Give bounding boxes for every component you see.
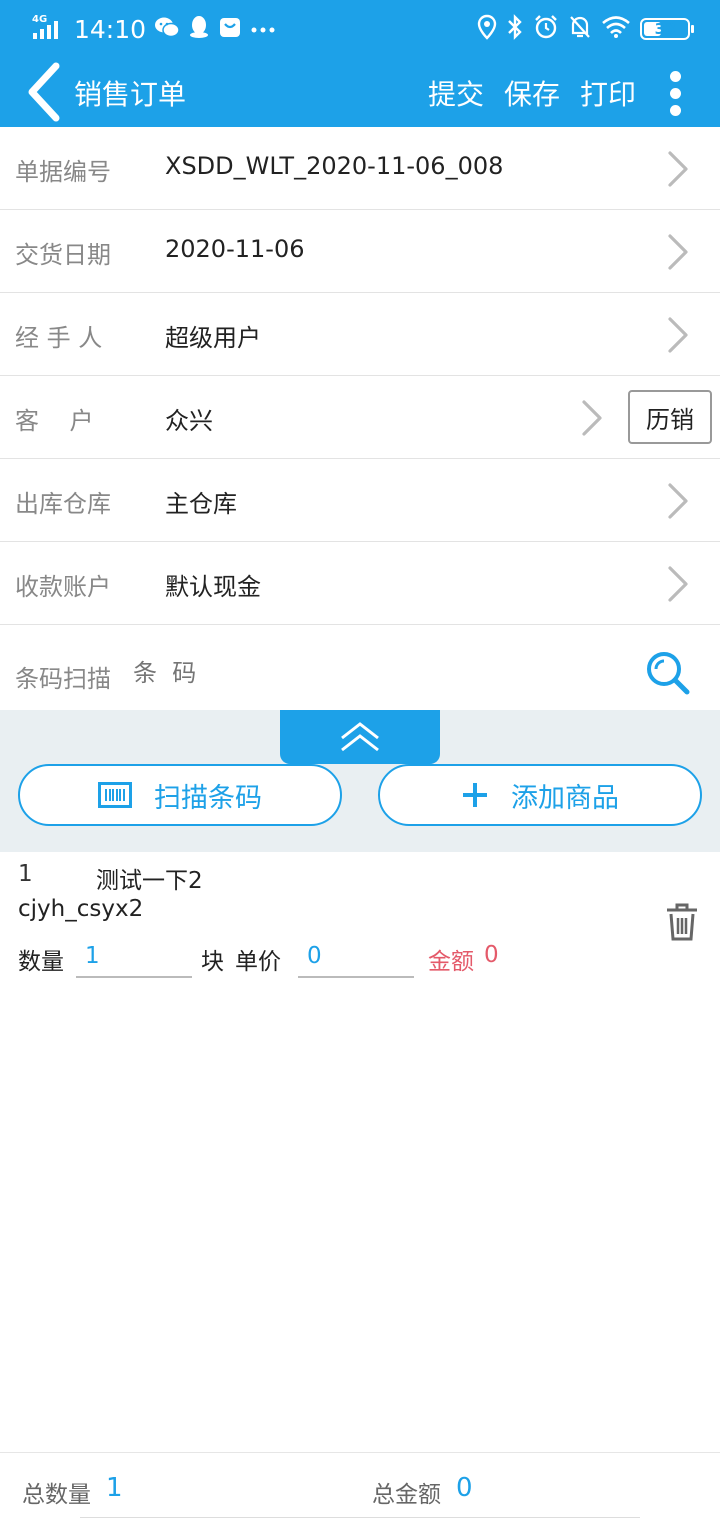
unit-price-input[interactable]	[298, 936, 414, 978]
mute-bell-icon	[568, 14, 592, 44]
item-code: cjyh_csyx2	[18, 896, 144, 922]
warehouse-value: 主仓库	[165, 490, 237, 518]
more-dot	[669, 104, 681, 116]
status-time: 14:10	[74, 14, 147, 44]
chevron-left-icon	[28, 62, 60, 122]
document-number-value: XSDD_WLT_2020-11-06_008	[165, 152, 504, 180]
quantity-label: 数量	[18, 949, 64, 975]
top-bar: 4G 14:10 38 销售订单 提交 保存 打印	[0, 0, 720, 127]
bluetooth-icon	[506, 14, 524, 44]
app-bar-actions: 提交 保存 打印	[428, 73, 636, 113]
unit-price-label: 单价	[235, 949, 281, 975]
add-product-button[interactable]: 添加商品	[378, 764, 702, 826]
search-icon	[647, 652, 690, 695]
chevron-right-icon	[668, 566, 688, 602]
barcode-row: 条码扫描	[0, 625, 720, 710]
action-panel: 扫描条码 添加商品	[0, 710, 720, 852]
add-product-label: 添加商品	[511, 782, 619, 814]
row-warehouse[interactable]: 出库仓库 主仓库	[0, 459, 720, 542]
order-form: 单据编号 XSDD_WLT_2020-11-06_008 交货日期 2020-1…	[0, 127, 720, 625]
row-customer[interactable]: 客 户 众兴 历销	[0, 376, 720, 459]
payment-account-value: 默认现金	[165, 573, 261, 601]
row-delivery-date[interactable]: 交货日期 2020-11-06	[0, 210, 720, 293]
total-amount-value: 0	[456, 1473, 473, 1503]
trash-icon	[667, 903, 697, 941]
row-label: 经 手 人	[15, 324, 103, 352]
total-quantity-value: 1	[106, 1473, 123, 1503]
search-button[interactable]	[644, 649, 692, 697]
amount-value: 0	[484, 942, 499, 968]
battery-icon: 38	[640, 18, 694, 40]
wechat-icon	[154, 15, 180, 43]
row-label: 客 户	[15, 407, 94, 435]
quantity-input[interactable]	[76, 936, 192, 978]
back-button[interactable]	[22, 62, 68, 122]
row-document-number[interactable]: 单据编号 XSDD_WLT_2020-11-06_008	[0, 127, 720, 210]
submit-button[interactable]: 提交	[428, 73, 484, 113]
battery-level: 38	[654, 20, 676, 38]
double-chevron-up-icon	[341, 722, 379, 752]
list-item: 1 测试一下2 cjyh_csyx2 数量 块 单价 金额 0	[0, 852, 720, 992]
more-notifications-icon	[250, 20, 276, 39]
app-bar: 销售订单 提交 保存 打印	[0, 58, 720, 127]
barcode-input[interactable]	[133, 659, 563, 687]
save-button[interactable]: 保存	[504, 73, 560, 113]
row-handler[interactable]: 经 手 人 超级用户	[0, 293, 720, 376]
qq-icon	[188, 14, 210, 44]
totals-footer: 总数量 1 总金额 0	[0, 1452, 720, 1520]
network-type: 4G	[32, 14, 47, 25]
delete-item-button[interactable]	[664, 902, 700, 942]
chevron-right-icon	[668, 151, 688, 187]
status-left: 4G 14:10	[30, 10, 276, 48]
more-dot	[669, 87, 681, 99]
row-label: 收款账户	[15, 573, 111, 601]
chevron-right-icon	[582, 400, 602, 436]
amount-label: 金额	[428, 949, 474, 975]
chevron-right-icon	[668, 234, 688, 270]
print-button[interactable]: 打印	[580, 73, 636, 113]
scan-barcode-label: 扫描条码	[154, 782, 262, 814]
alarm-icon	[533, 14, 559, 44]
scan-barcode-button[interactable]: 扫描条码	[18, 764, 342, 826]
row-label: 出库仓库	[15, 490, 111, 518]
chevron-right-icon	[668, 483, 688, 519]
row-payment-account[interactable]: 收款账户 默认现金	[0, 542, 720, 625]
item-index: 1	[18, 861, 33, 887]
row-label: 单据编号	[15, 158, 111, 186]
delivery-date-value: 2020-11-06	[165, 235, 305, 263]
item-name: 测试一下2	[96, 868, 203, 894]
chevron-right-icon	[668, 317, 688, 353]
total-quantity-label: 总数量	[22, 1482, 91, 1508]
total-amount-label: 总金额	[372, 1482, 441, 1508]
barcode-icon	[98, 782, 132, 808]
status-right: 38	[477, 10, 694, 48]
collapse-button[interactable]	[280, 710, 440, 764]
row-label: 交货日期	[15, 241, 111, 269]
location-icon	[477, 14, 497, 44]
signal-icon: 4G	[30, 11, 62, 47]
more-dot	[669, 70, 681, 82]
unit-label: 块	[201, 949, 224, 975]
page-title: 销售订单	[74, 78, 187, 111]
sales-history-button[interactable]: 历销	[628, 390, 712, 444]
status-bar: 4G 14:10 38	[0, 0, 720, 58]
wifi-icon	[601, 15, 631, 43]
barcode-label: 条码扫描	[15, 665, 111, 693]
shopping-bag-icon	[218, 15, 242, 43]
plus-icon	[463, 783, 487, 807]
handler-value: 超级用户	[165, 324, 261, 352]
customer-value: 众兴	[165, 407, 213, 435]
more-menu-button[interactable]	[660, 68, 690, 118]
